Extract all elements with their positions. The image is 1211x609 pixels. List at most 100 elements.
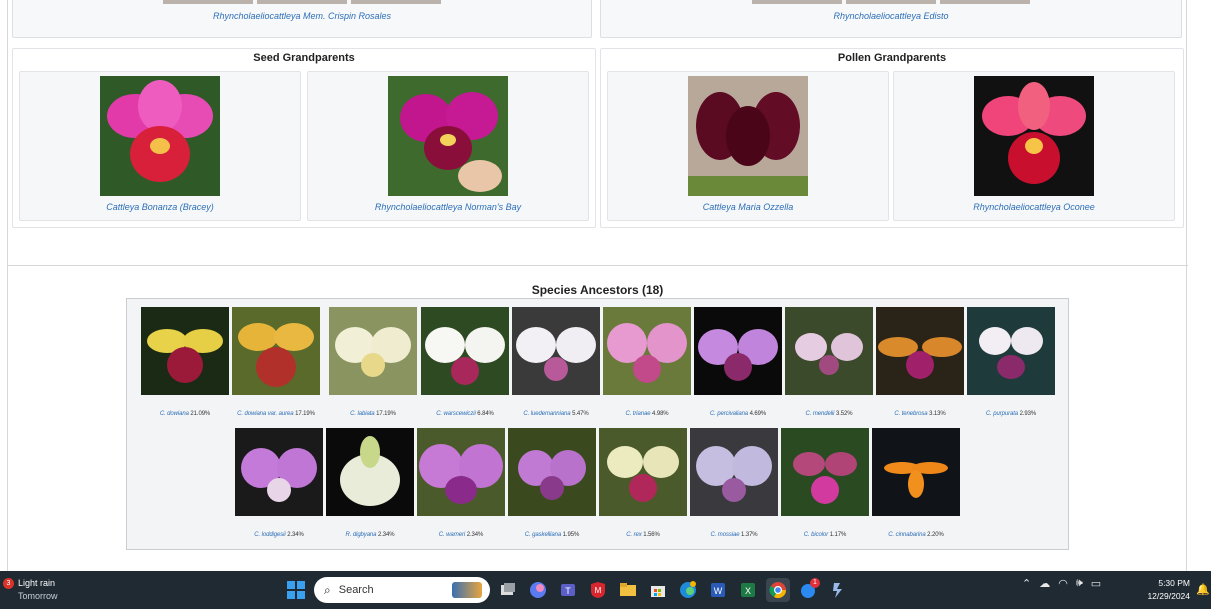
species-percent: 2.34% [377, 532, 395, 538]
orchid-photo[interactable] [141, 307, 229, 395]
species-percent: 17.19% [376, 411, 396, 417]
orchid-photo[interactable] [235, 428, 323, 516]
parent-card-seed[interactable]: Rhyncholaeliocattleya Mem. Crispin Rosal… [12, 0, 592, 38]
species-item[interactable]: C. bicolor 1.17% [781, 428, 869, 538]
task-view-icon[interactable] [496, 578, 520, 602]
orchid-photo[interactable] [508, 428, 596, 516]
orchid-photo[interactable] [100, 76, 220, 196]
onedrive-icon[interactable]: ☁ [1039, 577, 1050, 590]
orchid-photo[interactable] [967, 307, 1055, 395]
orchid-photo[interactable] [512, 307, 600, 395]
species-percent: 3.13% [929, 411, 946, 417]
grandparent-card[interactable]: Cattleya Bonanza (Bracey) [19, 71, 301, 221]
copilot-icon[interactable] [526, 578, 550, 602]
species-percent: 1.17% [829, 532, 847, 538]
volume-icon[interactable]: 🕪 [1076, 577, 1083, 590]
orchid-photo[interactable] [232, 307, 320, 395]
search-highlight-icon [452, 582, 482, 598]
species-percent: 5.47% [572, 411, 589, 417]
excel-icon[interactable]: X [736, 578, 760, 602]
wifi-icon[interactable]: ◠ [1058, 577, 1068, 590]
species-name-link[interactable]: C. luedemanniana [523, 411, 570, 417]
taskbar-search-input[interactable]: ⌕ Search [314, 577, 490, 603]
species-name-link[interactable]: C. gaskelliana [525, 532, 561, 538]
chevron-up-icon[interactable]: ⌃ [1022, 577, 1031, 590]
species-item[interactable]: C. percivaliana 4.69% [694, 307, 782, 417]
mcafee-icon[interactable]: M [586, 578, 610, 602]
store-icon[interactable] [646, 578, 670, 602]
grandparent-link[interactable]: Cattleya Bonanza (Bracey) [20, 202, 300, 212]
orchid-photo[interactable] [326, 428, 414, 516]
clock[interactable]: 5:30 PM 12/29/2024 [1138, 577, 1190, 603]
notifications-bell-icon[interactable]: 🔔 [1196, 583, 1210, 596]
species-name-link[interactable]: C. mendelii [805, 411, 834, 417]
parent-link-pollen[interactable]: Rhyncholaeliocattleya Edisto [601, 11, 1181, 21]
species-name-link[interactable]: R. digbyana [345, 532, 376, 538]
species-item[interactable]: C. warneri 2.34% [417, 428, 505, 538]
weather-widget[interactable]: 3 Light rain Tomorrow [2, 575, 82, 605]
species-item[interactable]: C. cinnabarina 2.20% [872, 428, 960, 538]
species-name-link[interactable]: C. dowiana [160, 411, 189, 417]
orchid-photo[interactable] [417, 428, 505, 516]
orchid-photo[interactable] [329, 307, 417, 395]
orchid-photo[interactable] [876, 307, 964, 395]
file-explorer-icon[interactable] [616, 578, 640, 602]
teams-icon[interactable]: T [556, 578, 580, 602]
species-name-link[interactable]: C. cinnabarina [888, 532, 925, 538]
species-name-link[interactable]: C. mossiae [710, 532, 739, 538]
species-name-link[interactable]: C. rex [626, 532, 642, 538]
orchid-photo[interactable] [974, 76, 1094, 196]
orchid-photo[interactable] [688, 76, 808, 196]
orchid-photo[interactable] [421, 307, 509, 395]
windows-start-icon[interactable] [284, 578, 308, 602]
species-item[interactable]: C. dowiana var. aurea 17.19% [232, 307, 320, 417]
species-item[interactable]: C. dowiana 21.09% [141, 307, 229, 417]
parent-link-seed[interactable]: Rhyncholaeliocattleya Mem. Crispin Rosal… [13, 11, 591, 21]
species-name-link[interactable]: C. warscewiczii [436, 411, 476, 417]
chrome-icon[interactable] [766, 578, 790, 602]
phone-link-icon[interactable] [826, 578, 850, 602]
species-item[interactable]: R. digbyana 2.34% [326, 428, 414, 538]
battery-icon[interactable]: ▭ [1091, 577, 1101, 590]
species-item[interactable]: C. luedemanniana 5.47% [512, 307, 600, 417]
species-item[interactable]: C. mossiae 1.37% [690, 428, 778, 538]
species-item[interactable]: C. tenebrosa 3.13% [876, 307, 964, 417]
orchid-photo[interactable] [388, 76, 508, 196]
species-name-link[interactable]: C. percivaliana [710, 411, 748, 417]
species-item[interactable]: C. labiata 17.19% [329, 307, 417, 417]
grandparent-card[interactable]: Rhyncholaeliocattleya Oconee [893, 71, 1175, 221]
grandparent-link[interactable]: Rhyncholaeliocattleya Oconee [894, 202, 1174, 212]
orchid-photo[interactable] [599, 428, 687, 516]
word-icon[interactable]: W [706, 578, 730, 602]
edge-icon[interactable] [676, 578, 700, 602]
species-name-link[interactable]: C. loddigesii [254, 532, 285, 538]
species-name-link[interactable]: C. trianae [625, 411, 650, 417]
species-item[interactable]: C. warscewiczii 6.84% [421, 307, 509, 417]
species-item[interactable]: C. purpurata 2.93% [967, 307, 1055, 417]
species-name-link[interactable]: C. bicolor [804, 532, 828, 538]
orchid-photo[interactable] [690, 428, 778, 516]
species-name-link[interactable]: C. dowiana var. aurea [237, 411, 293, 417]
pollen-grandparents-panel: Pollen Grandparents Cattleya Maria Ozzel… [600, 48, 1184, 228]
orchid-photo[interactable] [872, 428, 960, 516]
parent-card-pollen[interactable]: Rhyncholaeliocattleya Edisto [600, 0, 1182, 38]
species-item[interactable]: C. gaskelliana 1.95% [508, 428, 596, 538]
species-item[interactable]: C. mendelii 3.52% [785, 307, 873, 417]
orchid-photo[interactable] [781, 428, 869, 516]
species-item[interactable]: C. loddigesii 2.34% [235, 428, 323, 538]
taskbar: 3 Light rain Tomorrow ⌕ Search T M W X 1… [0, 571, 1211, 609]
species-name-link[interactable]: C. purpurata [986, 411, 1018, 417]
orchid-photo[interactable] [694, 307, 782, 395]
grandparent-card[interactable]: Cattleya Maria Ozzella [607, 71, 889, 221]
species-name-link[interactable]: C. warneri [439, 532, 465, 538]
grandparent-link[interactable]: Cattleya Maria Ozzella [608, 202, 888, 212]
messenger-icon[interactable]: 1 [796, 578, 820, 602]
grandparent-card[interactable]: Rhyncholaeliocattleya Norman's Bay [307, 71, 589, 221]
species-item[interactable]: C. rex 1.56% [599, 428, 687, 538]
species-item[interactable]: C. trianae 4.98% [603, 307, 691, 417]
species-name-link[interactable]: C. labiata [350, 411, 374, 417]
grandparent-link[interactable]: Rhyncholaeliocattleya Norman's Bay [308, 202, 588, 212]
species-name-link[interactable]: C. tenebrosa [894, 411, 927, 417]
orchid-photo[interactable] [603, 307, 691, 395]
orchid-photo[interactable] [785, 307, 873, 395]
